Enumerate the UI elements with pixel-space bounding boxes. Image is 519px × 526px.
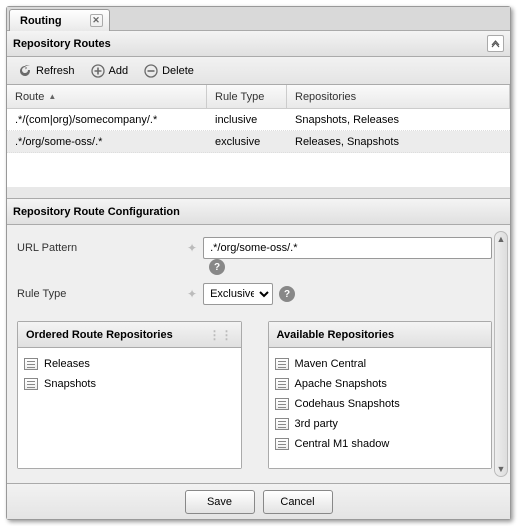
repo-icon xyxy=(275,438,289,450)
scroll-up-icon[interactable]: ▲ xyxy=(495,232,507,246)
list-item-label: Apache Snapshots xyxy=(295,378,387,390)
drag-icon: ⋮⋮ xyxy=(209,328,233,342)
refresh-button[interactable]: Refresh xyxy=(11,60,82,82)
delete-label: Delete xyxy=(162,65,194,77)
footer: Save Cancel xyxy=(7,483,510,519)
list-item-label: Snapshots xyxy=(44,378,96,390)
spacer xyxy=(7,187,510,199)
repo-icon xyxy=(24,378,38,390)
grid-header: Route ▲ Rule Type Repositories xyxy=(7,85,510,109)
plus-icon xyxy=(91,64,105,78)
col-repositories[interactable]: Repositories xyxy=(287,85,510,108)
panel-title: Repository Routes xyxy=(13,38,111,50)
list-item[interactable]: Apache Snapshots xyxy=(275,374,486,394)
panel-header-config: Repository Route Configuration xyxy=(7,199,510,225)
refresh-label: Refresh xyxy=(36,65,75,77)
list-item[interactable]: Snapshots xyxy=(24,374,235,394)
refresh-icon xyxy=(18,64,32,78)
ordered-repositories-box: Ordered Route Repositories ⋮⋮ Releases S… xyxy=(17,321,242,469)
list-item-label: Central M1 shadow xyxy=(295,438,390,450)
list-item[interactable]: 3rd party xyxy=(275,414,486,434)
lists-area: Ordered Route Repositories ⋮⋮ Releases S… xyxy=(7,315,510,483)
list-item[interactable]: Central M1 shadow xyxy=(275,434,486,454)
cell-route: .*/(com|org)/somecompany/.* xyxy=(7,114,207,126)
label-url-pattern: URL Pattern xyxy=(17,242,187,254)
cell-route: .*/org/some-oss/.* xyxy=(7,136,207,148)
toolbar: Refresh Add Delete xyxy=(7,57,510,85)
table-row[interactable]: .*/org/some-oss/.* exclusive Releases, S… xyxy=(7,131,510,153)
close-icon[interactable]: ✕ xyxy=(90,14,103,27)
required-star-icon: ✦ xyxy=(187,287,197,301)
cell-repositories: Snapshots, Releases xyxy=(287,114,510,126)
available-repositories-box: Available Repositories Maven Central Apa… xyxy=(268,321,493,469)
tab-routing[interactable]: Routing ✕ xyxy=(9,9,110,31)
ordered-body: Releases Snapshots xyxy=(18,348,241,468)
required-star-icon: ✦ xyxy=(187,241,197,255)
panel-title: Repository Route Configuration xyxy=(13,206,180,218)
col-ruletype[interactable]: Rule Type xyxy=(207,85,287,108)
cell-ruletype: exclusive xyxy=(207,136,287,148)
col-route[interactable]: Route ▲ xyxy=(7,85,207,108)
row-url-pattern: URL Pattern ✦ xyxy=(17,233,492,263)
available-title: Available Repositories xyxy=(277,329,395,341)
list-item-label: Codehaus Snapshots xyxy=(295,398,400,410)
cancel-button[interactable]: Cancel xyxy=(263,490,333,514)
form-area: URL Pattern ✦ ? Rule Type ✦ Exclusive ? xyxy=(7,225,510,315)
sort-asc-icon: ▲ xyxy=(48,92,56,101)
list-item[interactable]: Maven Central xyxy=(275,354,486,374)
list-item-label: Releases xyxy=(44,358,90,370)
save-button[interactable]: Save xyxy=(185,490,255,514)
tab-title: Routing xyxy=(20,15,62,27)
routing-panel: Routing ✕ Repository Routes Refresh Add … xyxy=(6,6,511,520)
repo-icon xyxy=(275,358,289,370)
col-repositories-label: Repositories xyxy=(295,91,356,103)
routes-grid: Route ▲ Rule Type Repositories .*/(com|o… xyxy=(7,85,510,187)
add-button[interactable]: Add xyxy=(84,60,136,82)
help-icon[interactable]: ? xyxy=(209,259,225,275)
repo-icon xyxy=(275,378,289,390)
ordered-title: Ordered Route Repositories xyxy=(26,329,173,341)
scrollbar[interactable]: ▲ ▼ xyxy=(494,231,508,477)
delete-button[interactable]: Delete xyxy=(137,60,201,82)
url-pattern-input[interactable] xyxy=(203,237,492,259)
col-route-label: Route xyxy=(15,91,44,103)
rule-type-select[interactable]: Exclusive xyxy=(203,283,273,305)
collapse-icon[interactable] xyxy=(487,35,504,52)
minus-icon xyxy=(144,64,158,78)
add-label: Add xyxy=(109,65,129,77)
scroll-down-icon[interactable]: ▼ xyxy=(495,462,507,476)
ordered-header: Ordered Route Repositories ⋮⋮ xyxy=(18,322,241,348)
config-wrapper: URL Pattern ✦ ? Rule Type ✦ Exclusive ? … xyxy=(7,225,510,483)
table-row[interactable]: .*/(com|org)/somecompany/.* inclusive Sn… xyxy=(7,109,510,131)
cell-ruletype: inclusive xyxy=(207,114,287,126)
list-item[interactable]: Codehaus Snapshots xyxy=(275,394,486,414)
available-body: Maven Central Apache Snapshots Codehaus … xyxy=(269,348,492,468)
col-ruletype-label: Rule Type xyxy=(215,91,264,103)
grid-body: .*/(com|org)/somecompany/.* inclusive Sn… xyxy=(7,109,510,187)
repo-icon xyxy=(275,418,289,430)
cell-repositories: Releases, Snapshots xyxy=(287,136,510,148)
repo-icon xyxy=(275,398,289,410)
help-url-pattern: ? xyxy=(203,259,492,275)
repo-icon xyxy=(24,358,38,370)
row-rule-type: Rule Type ✦ Exclusive ? xyxy=(17,279,492,309)
available-header: Available Repositories xyxy=(269,322,492,348)
list-item-label: 3rd party xyxy=(295,418,338,430)
help-icon[interactable]: ? xyxy=(279,286,295,302)
list-item-label: Maven Central xyxy=(295,358,367,370)
panel-header-routes: Repository Routes xyxy=(7,31,510,57)
label-rule-type: Rule Type xyxy=(17,288,187,300)
tab-strip: Routing ✕ xyxy=(7,7,510,31)
list-item[interactable]: Releases xyxy=(24,354,235,374)
